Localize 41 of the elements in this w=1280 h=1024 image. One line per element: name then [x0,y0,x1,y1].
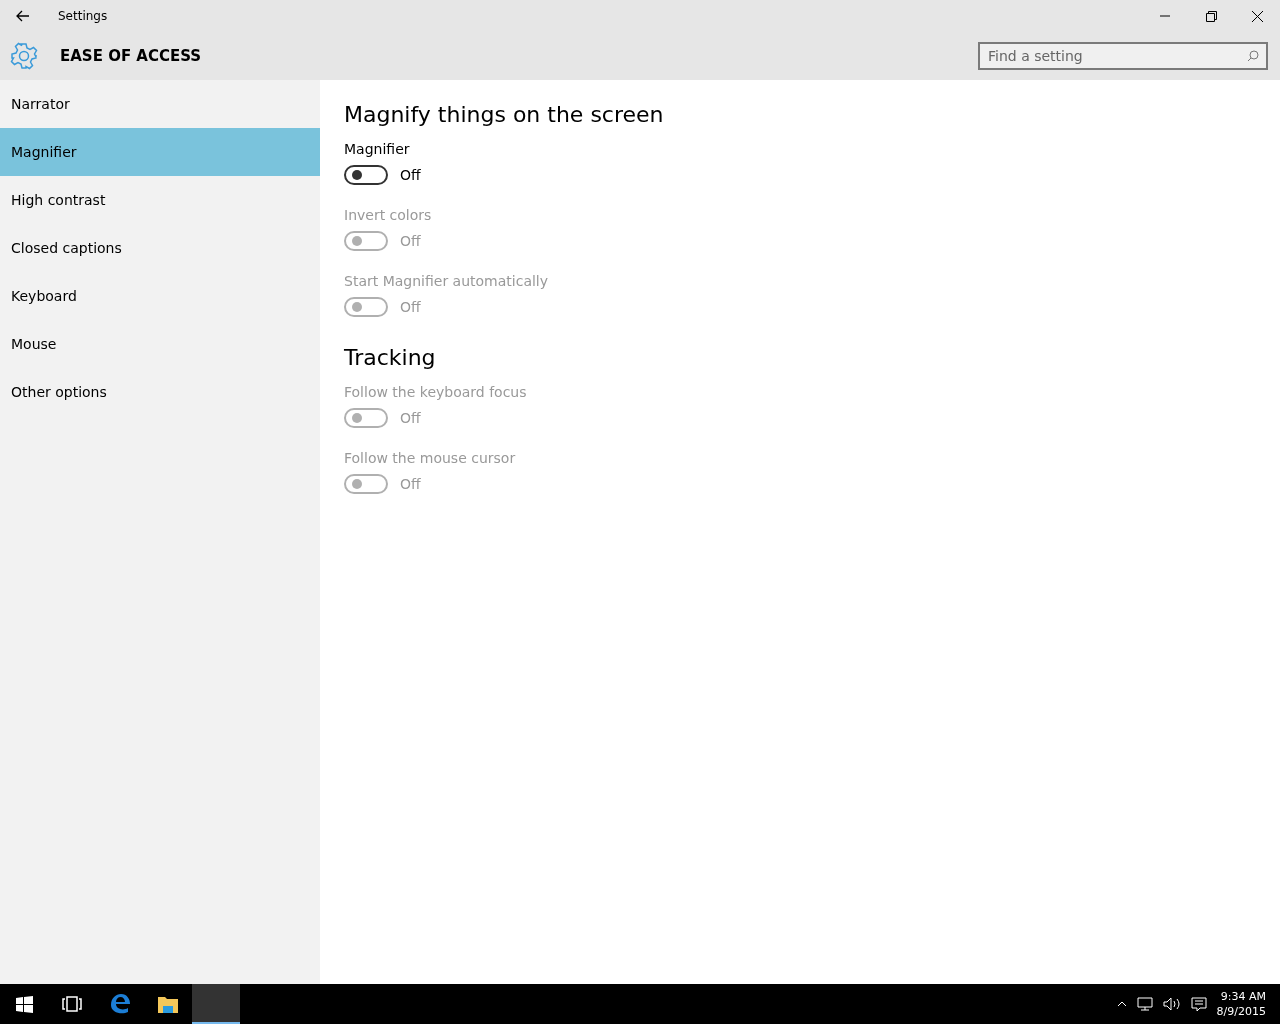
page-title: EASE OF ACCESS [60,47,203,65]
task-view-icon [62,996,82,1012]
restore-icon [1205,10,1217,22]
clock-time: 9:34 AM [1220,989,1266,1004]
search-icon [1247,50,1259,62]
search-field[interactable]: Find a setting [978,42,1268,70]
windows-logo-icon [15,995,33,1013]
minimize-icon [1160,15,1170,17]
speaker-icon[interactable] [1162,997,1181,1011]
sidebar-item[interactable]: Closed captions [0,224,320,272]
toggle-state: Off [400,476,421,492]
toggle-label: Start Magnifier automatically [344,273,550,289]
sidebar-item[interactable]: High contrast [0,176,320,224]
window-title: Settings [58,9,109,23]
folder-icon [157,994,179,1014]
sidebar-item[interactable]: Keyboard [0,272,320,320]
toggle-state: Off [400,167,421,183]
gear-icon [10,42,38,70]
toggle-label: Follow the mouse cursor [344,450,517,466]
clock-date: 8/9/2015 [1216,1004,1266,1019]
taskbar-app[interactable] [192,984,240,1024]
browser-icon [108,992,132,1016]
toggle-switch[interactable] [344,165,388,185]
toggle-label: Follow the keyboard focus [344,384,528,400]
section-heading: Magnify things on the screen [344,102,665,127]
back-arrow-icon [16,10,30,22]
section-heading: Tracking [344,345,437,370]
network-icon[interactable] [1136,997,1153,1011]
close-icon [1251,10,1263,22]
toggle-state: Off [400,410,421,426]
clock[interactable]: 9:34 AM 8/9/2015 [1216,989,1266,1019]
sidebar-item[interactable]: Mouse [0,320,320,368]
sidebar-item[interactable]: Narrator [0,80,320,128]
sidebar-item[interactable]: Other options [0,368,320,416]
toggle-state: Off [400,233,421,249]
toggle-label: Magnifier [344,141,411,157]
notification-icon[interactable] [1190,996,1207,1012]
toggle-label: Invert colors [344,207,433,223]
toggle-state: Off [400,299,421,315]
chevron-up-icon[interactable] [1116,1001,1127,1007]
sidebar-item[interactable]: Magnifier [0,128,320,176]
